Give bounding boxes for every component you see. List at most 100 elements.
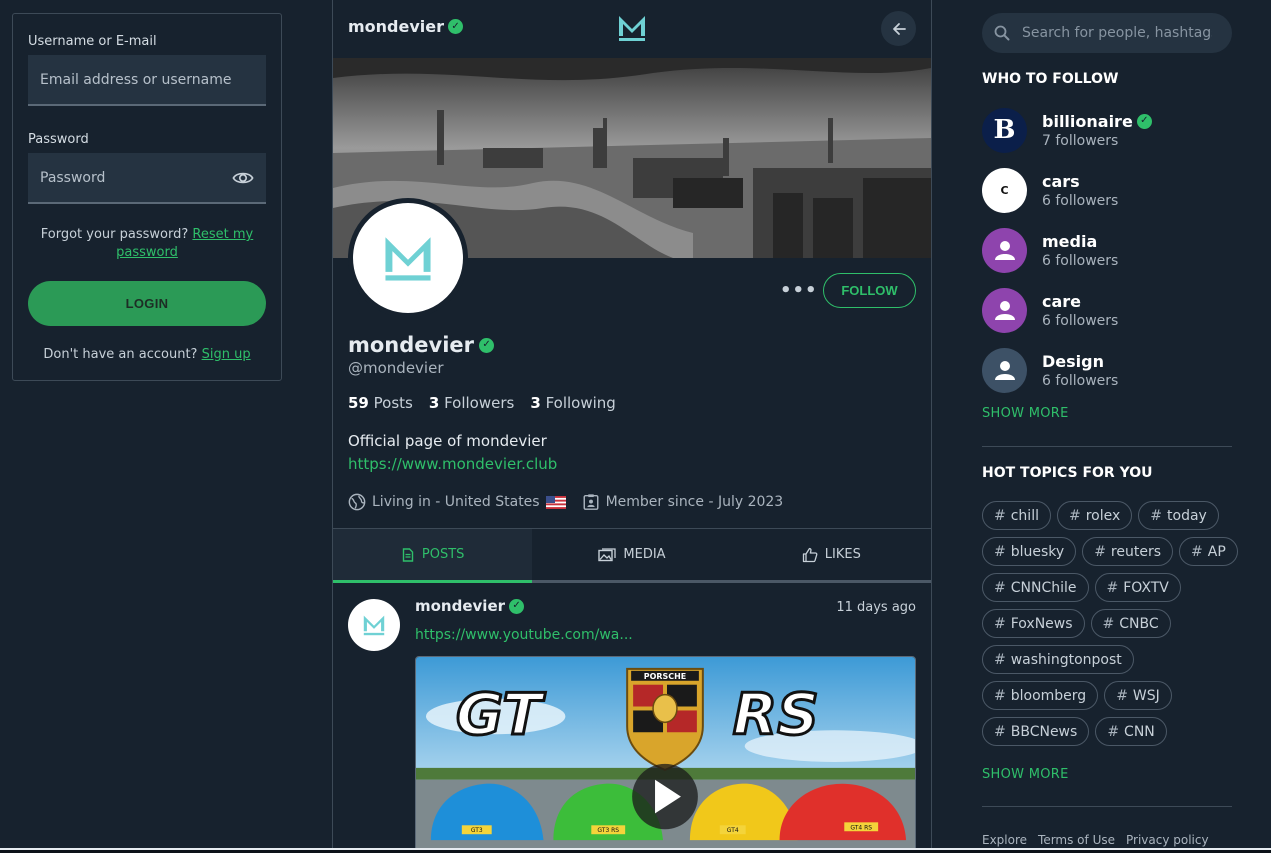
post-author-avatar[interactable] (348, 599, 400, 651)
profile-avatar[interactable] (348, 198, 468, 318)
signup-link[interactable]: Sign up (202, 347, 251, 362)
profile-column: mondevier ✓ ••• FOLLOW mondevier ✓ @mond… (332, 0, 932, 853)
forgot-password: Forgot your password? Reset my password (28, 226, 266, 262)
site-logo-icon[interactable] (617, 14, 647, 42)
hash-icon: # (1150, 507, 1163, 524)
tab-likes-label: LIKES (824, 547, 861, 562)
posts-stat[interactable]: 59 Posts (348, 394, 413, 412)
follow-suggestion[interactable]: care 6 followers (982, 286, 1232, 334)
username-input[interactable] (40, 71, 254, 88)
verified-icon: ✓ (448, 19, 464, 34)
footer-link-terms[interactable]: Terms of Use (1038, 833, 1115, 847)
post-author[interactable]: mondevier ✓ (415, 597, 525, 615)
tab-media[interactable]: MEDIA (532, 529, 731, 580)
topic-chip[interactable]: # reuters (1082, 537, 1174, 566)
hot-topics-show-more[interactable]: SHOW MORE (982, 767, 1069, 782)
suggestion-followers: 6 followers (1042, 372, 1119, 389)
us-flag-icon (545, 495, 566, 509)
topic-chip[interactable]: # washingtonpost (982, 645, 1134, 674)
who-to-follow-show-more[interactable]: SHOW MORE (982, 406, 1069, 421)
eye-icon[interactable] (232, 167, 254, 189)
footer-link-privacy[interactable]: Privacy policy (1126, 833, 1209, 847)
location-text: Living in - United States (372, 494, 540, 510)
topic-chip[interactable]: # chill (982, 501, 1051, 530)
hash-icon: # (1094, 543, 1106, 560)
following-stat[interactable]: 3 Following (530, 394, 615, 412)
topic-chip[interactable]: # FoxNews (982, 609, 1085, 638)
follow-button[interactable]: FOLLOW (823, 273, 916, 308)
followers-stat[interactable]: 3 Followers (429, 394, 514, 412)
password-input[interactable] (40, 169, 232, 186)
topic-chip[interactable]: # CNN (1095, 717, 1167, 746)
video-thumbnail[interactable]: GT RS PORSCHE GT3 GT3 RS GT4 GT4 RS (415, 656, 916, 853)
plate-label: GT3 (471, 827, 483, 834)
signup-row: Don't have an account? Sign up (28, 347, 266, 362)
profile-stats: 59 Posts 3 Followers 3 Following (348, 394, 616, 412)
topic-chip[interactable]: # FOXTV (1094, 573, 1181, 602)
suggestion-info: billionaire ✓ 7 followers (1042, 112, 1152, 149)
hash-icon: # (994, 507, 1006, 524)
tab-likes[interactable]: LIKES (732, 529, 931, 580)
tab-media-label: MEDIA (623, 547, 666, 562)
mondevier-logo-icon (363, 615, 385, 636)
password-field[interactable] (28, 153, 266, 204)
post-author-name: mondevier (415, 597, 506, 615)
globe-icon (348, 493, 366, 511)
avatar-letter: B (993, 115, 1016, 145)
back-button[interactable] (881, 11, 916, 46)
topic-chip[interactable]: # CNBC (1090, 609, 1171, 638)
follow-suggestion[interactable]: B billionaire ✓ 7 followers (982, 106, 1232, 154)
forgot-text: Forgot your password? (40, 227, 189, 242)
topic-chip[interactable]: # today (1138, 501, 1219, 530)
follow-suggestion[interactable]: media 6 followers (982, 226, 1232, 274)
topic-label: CNN (1124, 723, 1155, 740)
search-input[interactable] (1022, 25, 1212, 41)
arrow-left-icon (892, 22, 906, 35)
topic-label: FOXTV (1123, 579, 1169, 596)
follow-suggestion[interactable]: C cars 6 followers (982, 166, 1232, 214)
topic-label: bloomberg (1010, 687, 1087, 704)
search-bar[interactable] (982, 13, 1232, 53)
topic-chip[interactable]: # WSJ (1104, 681, 1172, 710)
mondevier-logo-icon (385, 237, 431, 281)
verified-icon: ✓ (479, 337, 495, 353)
profile-topbar: mondevier ✓ (333, 0, 931, 57)
thumb-rs-text: RS (733, 681, 819, 748)
hash-icon: # (1102, 615, 1115, 632)
footer-link-explore[interactable]: Explore (982, 833, 1027, 847)
billionaire-avatar: B (982, 107, 1027, 153)
topic-label: bluesky (1010, 543, 1065, 560)
follow-suggestion[interactable]: Design 6 followers (982, 346, 1232, 394)
tab-posts[interactable]: POSTS (333, 529, 533, 583)
topic-label: today (1167, 507, 1207, 524)
suggestion-name-text: billionaire (1042, 111, 1133, 131)
play-button-icon[interactable] (632, 763, 698, 830)
topic-chip[interactable]: # bloomberg (982, 681, 1099, 710)
topic-chip[interactable]: # bluesky (982, 537, 1077, 566)
topic-chip[interactable]: # BBCNews (982, 717, 1090, 746)
hash-icon: # (1191, 543, 1203, 560)
followers-count: 3 (428, 394, 440, 412)
hash-icon: # (994, 615, 1006, 632)
followers-label: Followers (444, 394, 515, 412)
verified-icon: ✓ (1136, 113, 1152, 129)
profile-website-link[interactable]: https://www.mondevier.club (348, 455, 557, 473)
profile-name-text: mondevier (348, 333, 475, 357)
hash-icon: # (994, 651, 1006, 668)
topic-chip[interactable]: # rolex (1056, 501, 1133, 530)
topic-label: washingtonpost (1010, 651, 1122, 668)
topic-label: reuters (1110, 543, 1162, 560)
username-field[interactable] (28, 55, 266, 106)
topic-label: CNBC (1119, 615, 1159, 632)
cars-avatar: C (982, 167, 1027, 213)
login-button[interactable]: LOGIN (28, 281, 266, 326)
topic-chip[interactable]: # AP (1179, 537, 1238, 566)
suggestion-name: care (1042, 291, 1082, 311)
more-options-button[interactable]: ••• (780, 280, 818, 301)
document-icon (402, 547, 414, 562)
suggestion-info: Design 6 followers (1042, 352, 1118, 389)
plate-label: GT4 RS (850, 824, 872, 831)
no-account-text: Don't have an account? (43, 347, 198, 362)
post-link[interactable]: https://www.youtube.com/wa... (415, 627, 633, 643)
topic-chip[interactable]: # CNNChile (982, 573, 1089, 602)
